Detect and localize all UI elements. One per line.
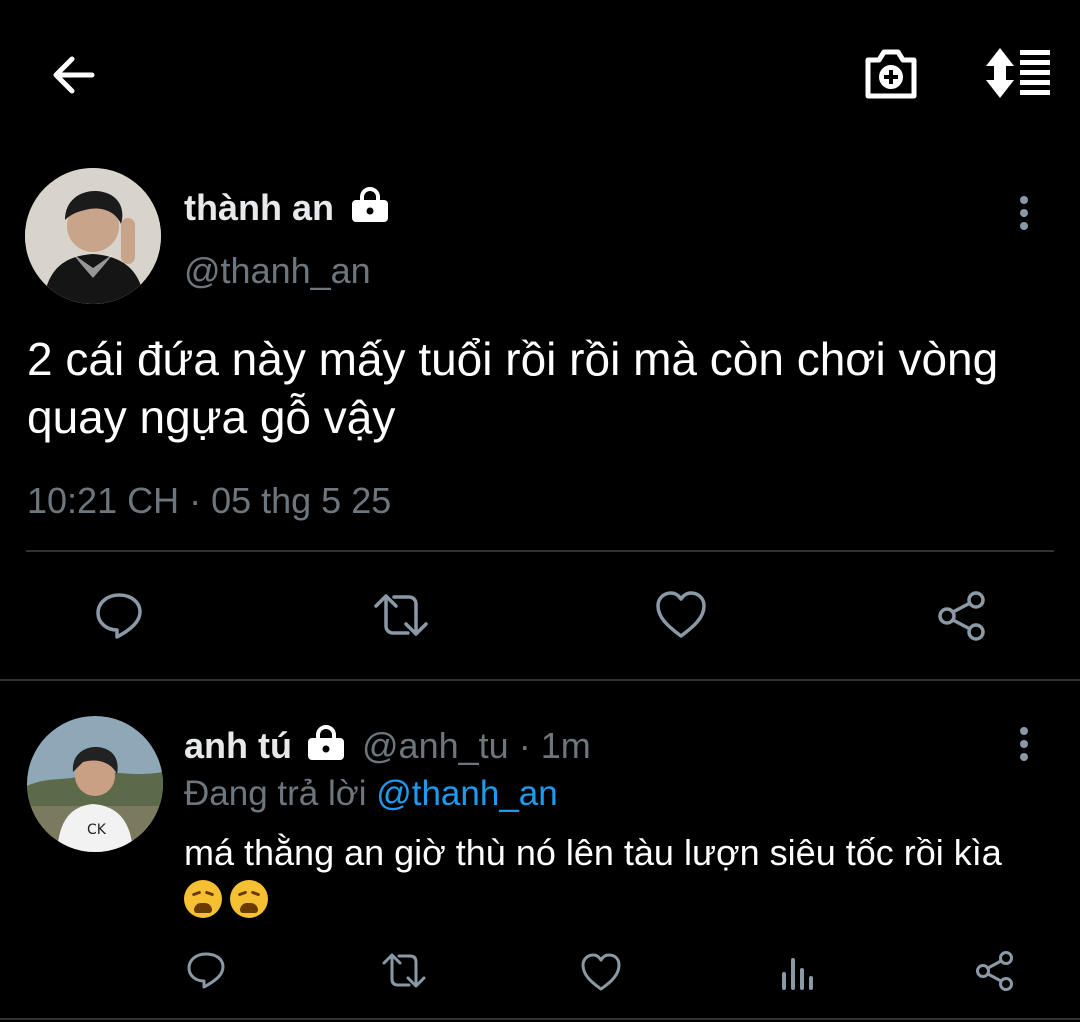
like-icon[interactable] [580, 952, 622, 992]
lock-icon [350, 186, 390, 224]
camera-add-icon[interactable] [862, 44, 920, 102]
section-divider [0, 679, 1080, 681]
share-icon[interactable] [974, 950, 1016, 992]
replying-to-handle-link[interactable]: @thanh_an [376, 774, 558, 813]
analytics-icon[interactable] [779, 952, 817, 992]
like-icon[interactable] [655, 590, 707, 640]
bottom-divider [0, 1018, 1080, 1020]
reply-tweet-handle[interactable]: @anh_tu [362, 725, 509, 766]
reply-tweet-text: má thằng an giờ thù nó lên tàu lượn siêu… [184, 832, 1002, 873]
main-tweet-display-name[interactable]: thành an [184, 187, 334, 228]
reply-icon[interactable] [186, 950, 226, 990]
replying-to-line: Đang trả lời @thanh_an [184, 774, 558, 814]
lock-icon [306, 724, 346, 762]
main-tweet-timestamp: 10:21 CH · 05 thg 5 25 [27, 480, 392, 521]
avatar[interactable] [25, 168, 161, 304]
svg-text:CK: CK [87, 822, 107, 838]
reply-tweet-display-name[interactable]: anh tú [184, 725, 292, 766]
replying-to-label: Đang trả lời [184, 774, 367, 813]
top-bar [0, 0, 1080, 150]
reply-icon[interactable] [94, 590, 144, 640]
divider [26, 550, 1054, 552]
reply-tweet-time: 1m [540, 725, 591, 766]
main-tweet-text-line2: quay ngựa gỗ vậy [27, 391, 396, 443]
retweet-icon[interactable] [372, 592, 430, 638]
reply-tweet-author: anh tú @anh_tu · 1m [184, 724, 591, 768]
main-tweet-text-line1: 2 cái đứa này mấy tuổi rồi rồi mà còn ch… [27, 333, 999, 385]
back-arrow-icon[interactable] [48, 50, 98, 100]
main-tweet-author: thành an [184, 186, 390, 230]
more-vertical-icon[interactable] [1014, 194, 1034, 234]
reply-tweet-emojis [184, 880, 276, 922]
reply-tweet-time-separator: · [518, 725, 531, 766]
weary-face-emoji-icon [230, 880, 268, 918]
main-tweet-text: 2 cái đứa này mấy tuổi rồi rồi mà còn ch… [27, 330, 1067, 446]
main-tweet-handle[interactable]: @thanh_an [184, 250, 371, 292]
avatar[interactable]: CK [27, 716, 163, 852]
share-icon[interactable] [936, 590, 988, 642]
more-vertical-icon[interactable] [1014, 725, 1034, 765]
sort-list-icon[interactable] [982, 46, 1052, 100]
weary-face-emoji-icon [184, 880, 222, 918]
retweet-icon[interactable] [381, 952, 427, 990]
